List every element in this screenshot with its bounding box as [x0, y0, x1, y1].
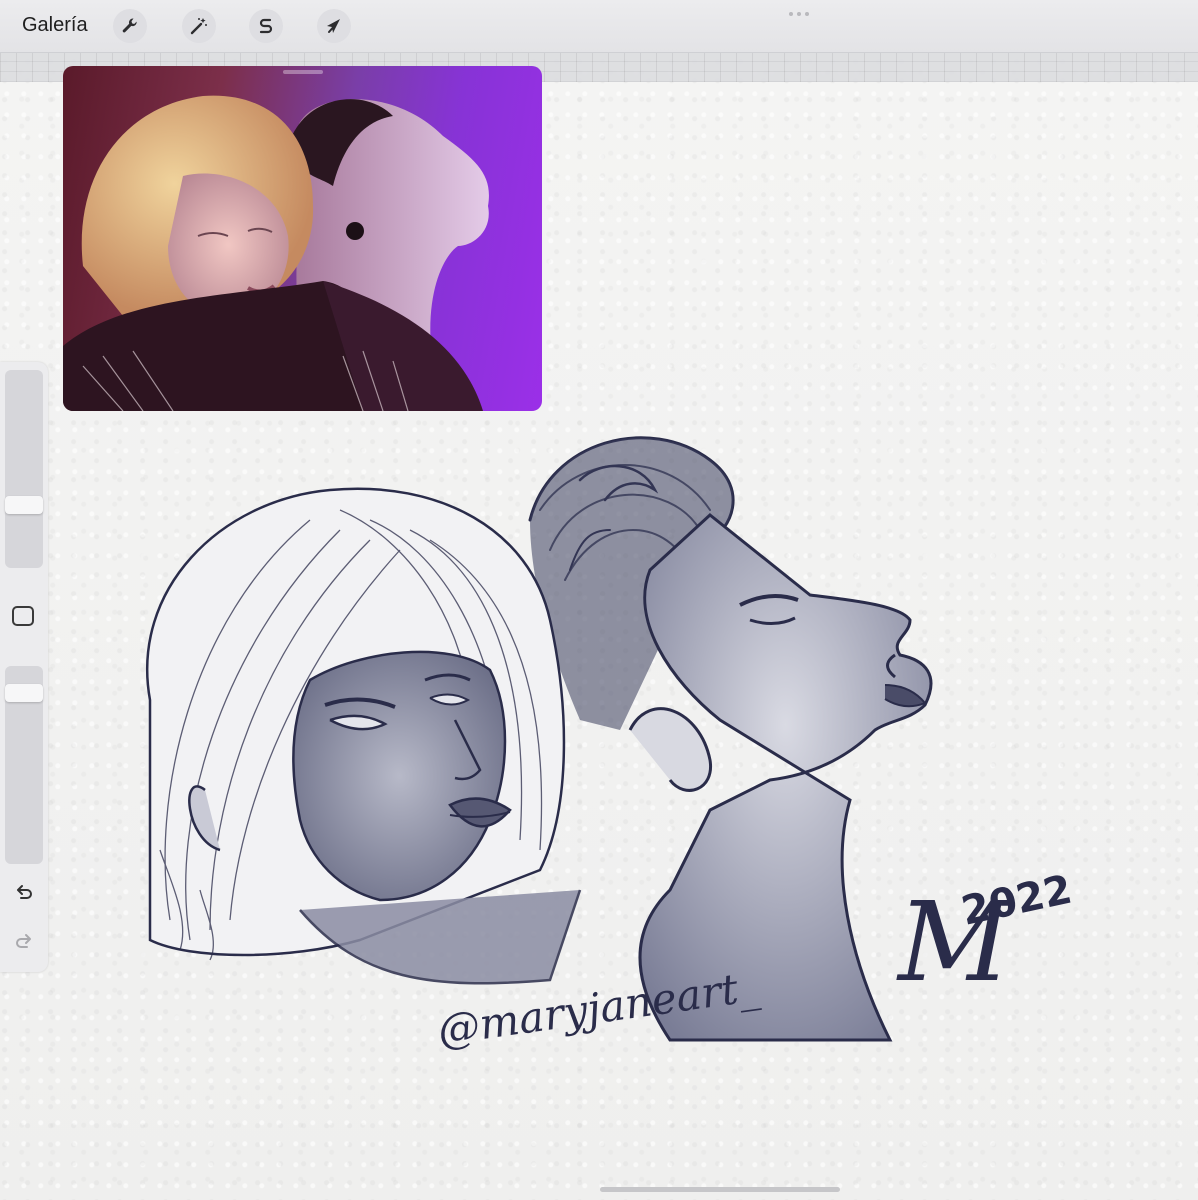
magic-wand-icon: [190, 18, 207, 35]
brush-size-thumb[interactable]: [5, 496, 43, 514]
actions-button[interactable]: [113, 9, 147, 43]
reference-window[interactable]: [63, 66, 542, 411]
undo-button[interactable]: [10, 879, 38, 907]
home-indicator[interactable]: [600, 1187, 840, 1192]
opacity-slider[interactable]: [5, 666, 43, 864]
gallery-button[interactable]: Galería: [22, 14, 88, 37]
top-toolbar: Galería: [0, 0, 1198, 53]
adjustments-button[interactable]: [182, 9, 216, 43]
arrow-cursor-icon: [327, 19, 340, 33]
wrench-icon: [122, 18, 137, 33]
reference-drag-handle[interactable]: [282, 70, 323, 74]
redo-button[interactable]: [10, 928, 38, 956]
selection-s-icon: [259, 18, 273, 34]
transform-button[interactable]: [317, 9, 351, 43]
opacity-thumb[interactable]: [5, 684, 43, 702]
redo-icon: [16, 934, 31, 948]
modify-button[interactable]: [12, 606, 34, 626]
selection-button[interactable]: [249, 9, 283, 43]
brush-sidebar: [0, 362, 48, 972]
toolbar-grabber[interactable]: [789, 12, 815, 16]
brush-size-slider[interactable]: [5, 370, 43, 568]
signature-year: 2022: [958, 867, 1076, 935]
reference-photo: [63, 95, 489, 411]
sketch-artwork: M 2022 @maryjaneart_: [145, 436, 1076, 1055]
undo-icon: [17, 885, 32, 899]
